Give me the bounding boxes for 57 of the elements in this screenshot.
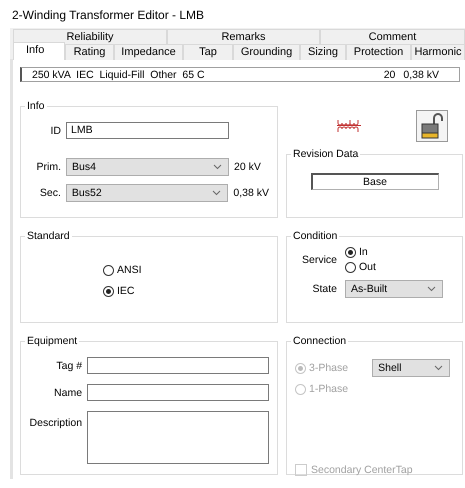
group-title: Revision Data — [292, 148, 360, 160]
radio-button[interactable] — [345, 262, 356, 272]
group-title: Connection — [292, 335, 348, 347]
radio-label: ANSI — [117, 264, 142, 276]
field-label: Sec. — [38, 187, 61, 199]
radio-label: 1-Phase — [309, 383, 348, 395]
checkbox-label: Secondary CenterTap — [311, 464, 413, 476]
group-title: Condition — [292, 230, 338, 242]
padlock-icon — [421, 113, 443, 139]
bus-dropdown[interactable]: Bus52 — [66, 184, 228, 202]
field-label: ID — [50, 124, 61, 136]
summary-text: 250 kVA IEC Liquid-Fill Other 65 C — [32, 68, 205, 80]
radio-label: In — [359, 246, 368, 258]
revision-field: Base — [310, 173, 438, 190]
summary-voltage: 0,38 kV — [403, 68, 439, 80]
field-label: Service — [300, 254, 337, 266]
radio-button[interactable] — [345, 246, 356, 258]
tab[interactable]: Reliability — [13, 29, 167, 45]
radio-label: IEC — [117, 285, 135, 297]
group-title: Info — [26, 100, 46, 112]
transformer-icon — [336, 119, 362, 133]
input-field[interactable]: LMB — [66, 122, 229, 139]
radio-button[interactable] — [103, 286, 114, 296]
chevron-down-icon — [212, 190, 222, 196]
window-title: 2-Winding Transformer Editor - LMB — [11, 7, 206, 24]
tab[interactable]: Comment — [320, 29, 465, 45]
tab[interactable]: Rating — [65, 44, 114, 60]
text-area[interactable] — [87, 411, 269, 464]
chevron-down-icon — [434, 365, 444, 371]
chevron-down-icon — [213, 164, 222, 170]
radio-label: Out — [359, 261, 376, 273]
chevron-down-icon — [427, 286, 436, 292]
voltage-reading: 0,38 kV — [233, 187, 269, 199]
tab[interactable]: Sizing — [300, 44, 346, 60]
input-field[interactable] — [87, 384, 269, 401]
tab[interactable]: Remarks — [167, 29, 320, 45]
field-label: Name — [53, 386, 82, 398]
bus-dropdown[interactable]: Bus4 — [66, 158, 229, 176]
field-label: Tag # — [55, 360, 82, 372]
field-label: Description — [29, 416, 82, 429]
tab[interactable]: Protection — [346, 44, 411, 60]
lock-button[interactable] — [416, 110, 448, 142]
voltage-reading: 20 kV — [234, 161, 261, 173]
field-label: State — [311, 283, 337, 295]
radio-button[interactable] — [103, 264, 114, 276]
group-title: Standard — [26, 230, 71, 242]
tab[interactable]: Grounding — [233, 44, 300, 60]
input-field[interactable] — [87, 357, 269, 374]
group-title: Equipment — [26, 335, 78, 347]
tab[interactable]: Harmonic — [411, 44, 465, 60]
state-dropdown[interactable]: As-Built — [345, 280, 443, 298]
tab[interactable]: Info — [13, 42, 65, 60]
radio-label: 3-Phase — [309, 362, 348, 374]
summary-rating: 20 — [384, 68, 396, 80]
tab[interactable]: Impedance — [114, 44, 183, 60]
tab[interactable]: Tap — [183, 44, 233, 60]
field-label: Prim. — [36, 161, 61, 173]
